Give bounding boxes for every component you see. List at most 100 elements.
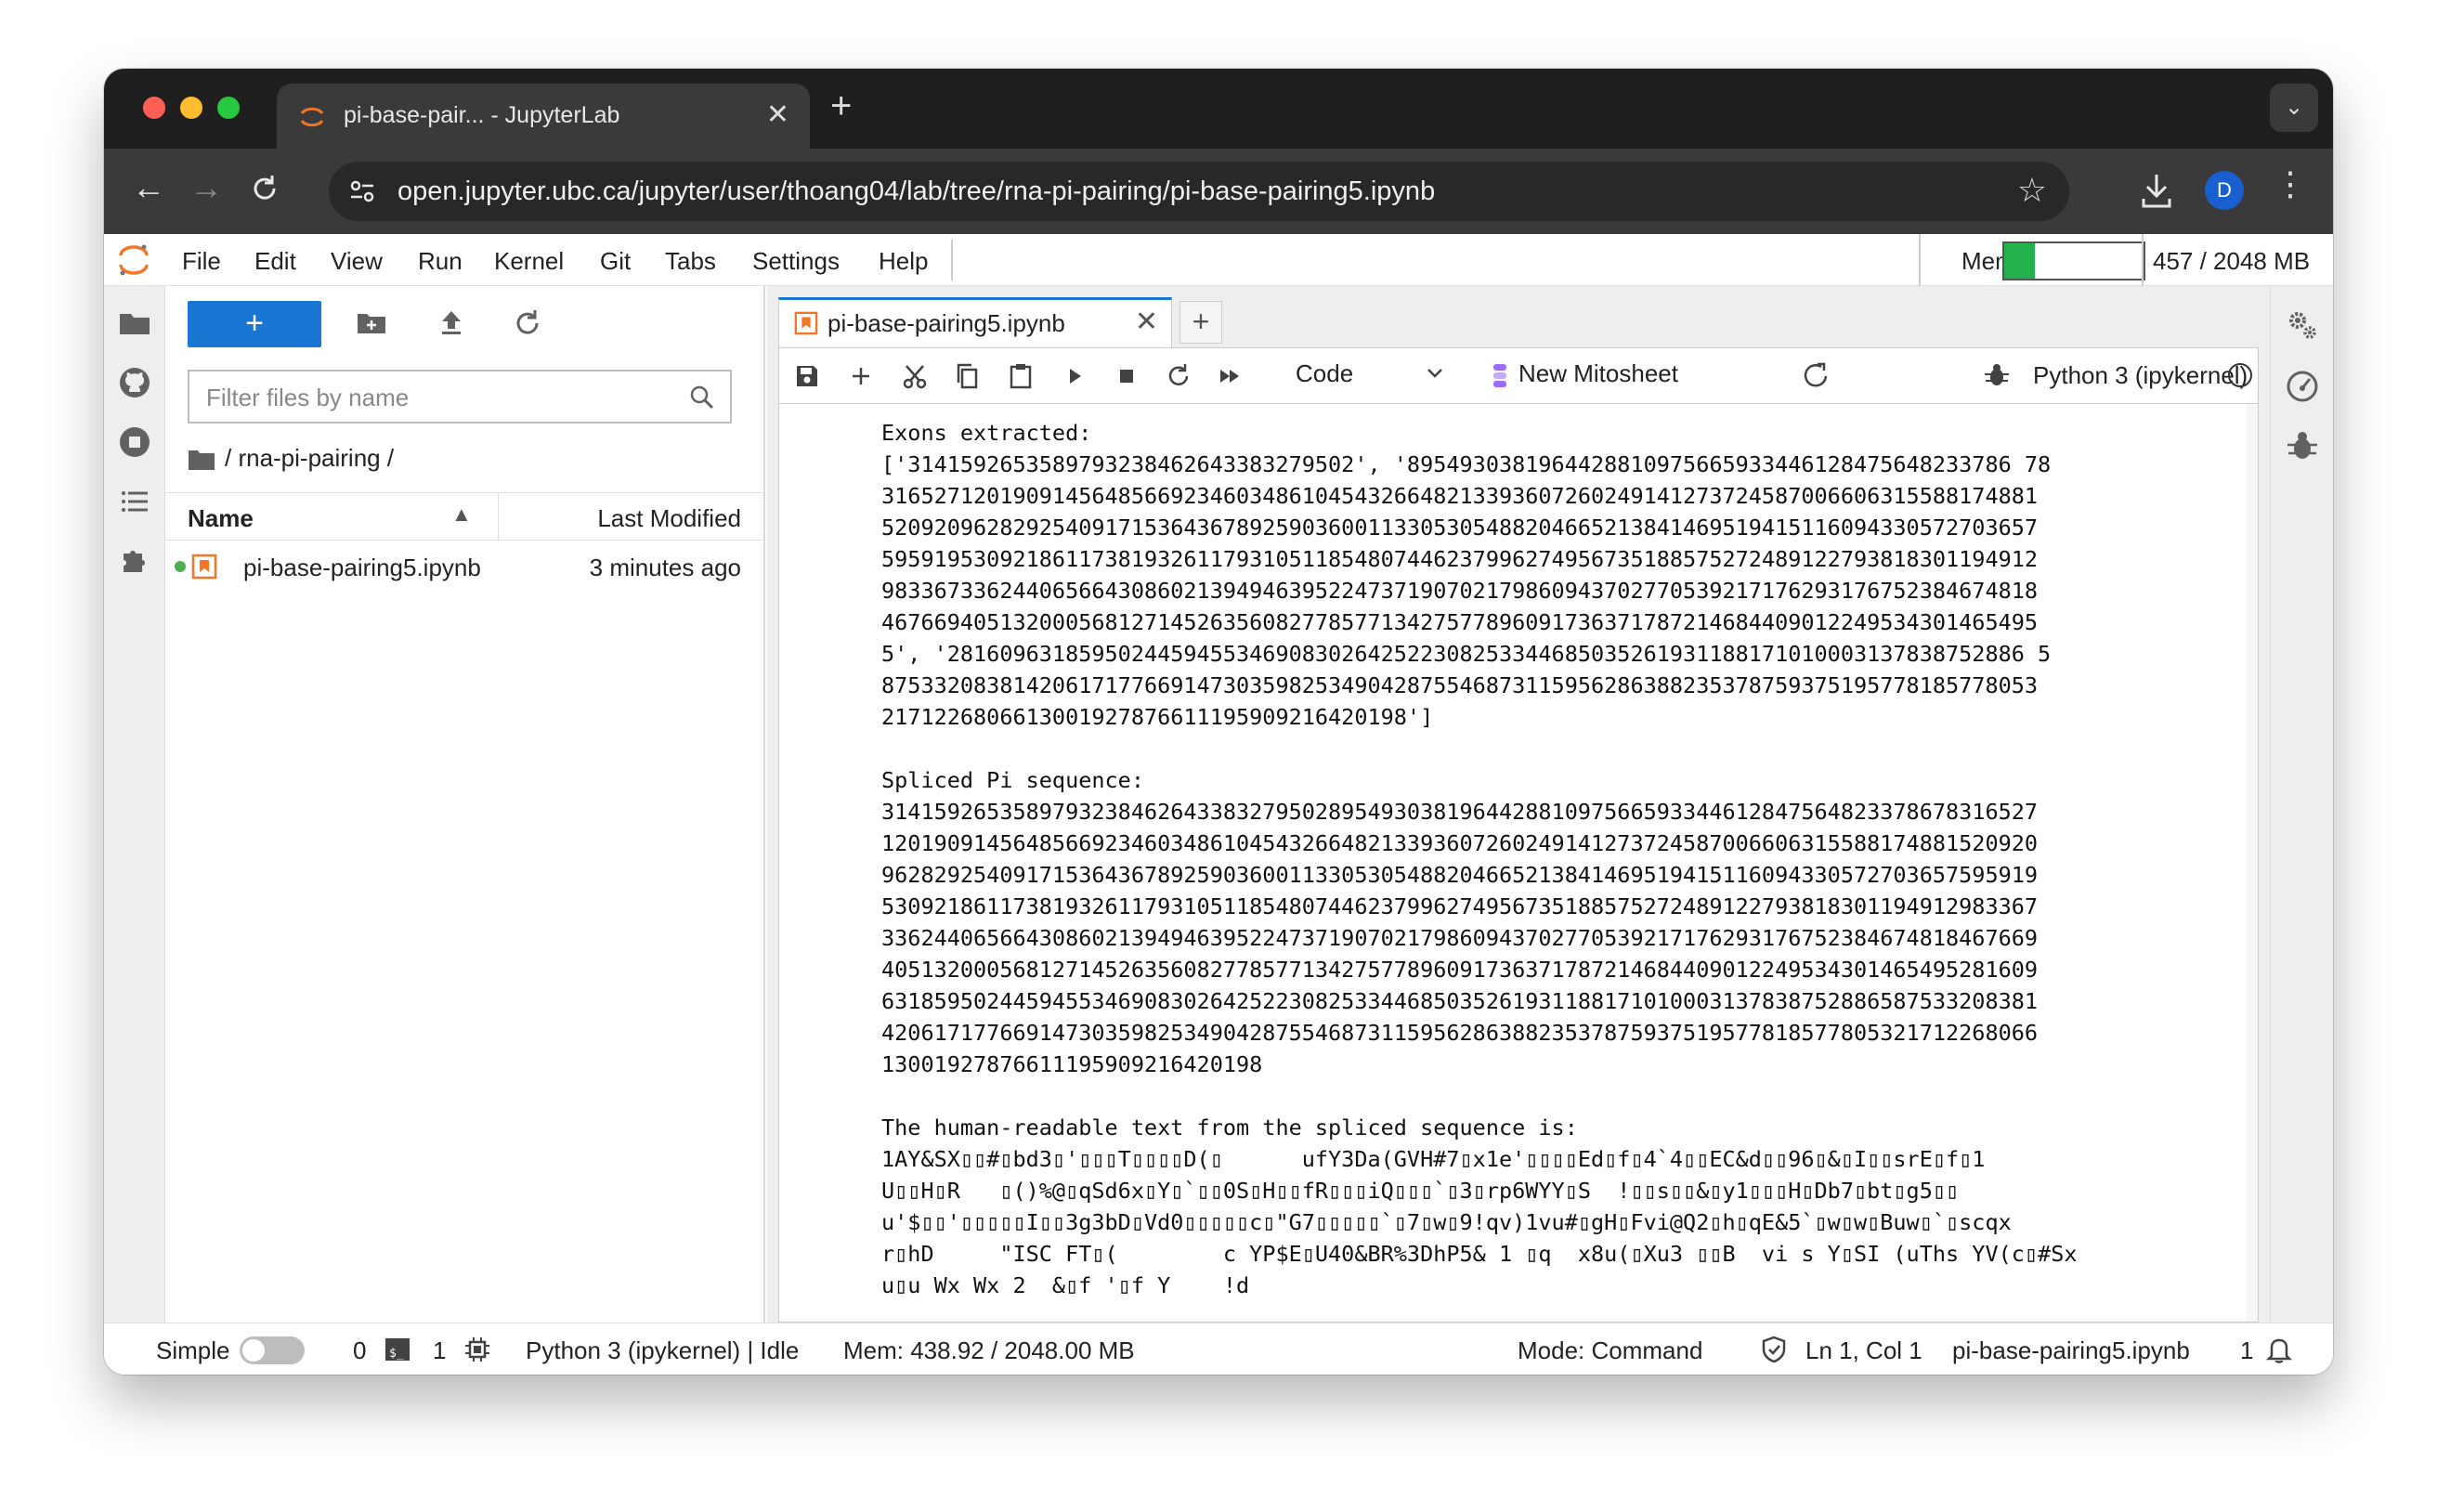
reload-icon[interactable] [249, 173, 280, 204]
filter-files-input[interactable] [206, 383, 671, 412]
output-line: 4676694051320005681271452635608277857713… [881, 609, 2039, 635]
github-icon[interactable] [116, 364, 153, 401]
table-of-contents-icon[interactable] [116, 483, 153, 520]
output-line: 4051320005681271452635608277857713427577… [881, 957, 2039, 983]
notebook-scrollbar[interactable] [2247, 404, 2258, 1322]
profile-avatar[interactable]: D [2205, 171, 2244, 210]
menu-run[interactable]: Run [418, 247, 463, 276]
file-list-item[interactable]: pi-base-pairing5.ipynb 3 minutes ago [165, 542, 763, 589]
notebook-tab-title: pi-base-pairing5.ipynb [828, 309, 1065, 337]
cell-output: Exons extracted: ['3141592653589793238462… [881, 417, 2247, 1301]
terminals-count[interactable]: 0 [353, 1336, 366, 1365]
refresh-file-list-icon[interactable] [511, 306, 544, 340]
close-tab-icon[interactable]: ✕ [766, 98, 789, 131]
maximize-window-button[interactable] [217, 97, 240, 119]
interrupt-kernel-icon[interactable] [1112, 361, 1141, 391]
notification-count: 1 [2240, 1336, 2254, 1364]
cut-icon[interactable] [900, 361, 930, 391]
close-tab-icon[interactable]: ✕ [1135, 306, 1158, 338]
mito-logo-icon [1493, 364, 1506, 388]
trusted-shield-icon[interactable] [1759, 1335, 1789, 1364]
extensions-puzzle-icon[interactable] [116, 542, 153, 580]
browser-window: pi-base-pair... - JupyterLab ✕ + ⌄ ← → o… [104, 69, 2333, 1375]
menu-help[interactable]: Help [879, 247, 928, 276]
column-modified-header[interactable]: Last Modified [597, 504, 741, 533]
notebook-content[interactable]: Exons extracted: ['3141592653589793238462… [778, 403, 2259, 1323]
menu-edit[interactable]: Edit [254, 247, 296, 276]
output-line: Exons extracted: [881, 420, 1092, 446]
bell-icon[interactable] [2264, 1335, 2294, 1364]
restart-kernel-icon[interactable] [1164, 361, 1193, 391]
notebook-tab[interactable]: pi-base-pairing5.ipynb ✕ [778, 297, 1172, 347]
mito-refresh-icon[interactable] [1799, 359, 1832, 393]
save-icon[interactable] [792, 361, 822, 391]
cell-type-select[interactable]: Code [1296, 359, 1448, 393]
address-bar[interactable]: open.jupyter.ubc.ca/jupyter/user/thoang0… [329, 162, 2069, 221]
new-mitosheet-button[interactable]: New Mitosheet [1491, 359, 1678, 388]
url-text[interactable]: open.jupyter.ubc.ca/jupyter/user/thoang0… [397, 176, 1435, 207]
sort-ascending-icon[interactable]: ▲ [451, 502, 472, 527]
file-name: pi-base-pairing5.ipynb [243, 554, 481, 581]
breadcrumb-path[interactable]: / rna-pi-pairing / [225, 444, 394, 472]
kernel-status-text[interactable]: Python 3 (ipykernel) | Idle [526, 1336, 799, 1365]
new-tab-button[interactable]: + [830, 87, 852, 124]
main-dock-area: pi-base-pairing5.ipynb ✕ + Code New Mito… [767, 286, 2270, 1323]
bookmark-star-icon[interactable]: ☆ [2017, 171, 2047, 210]
upload-icon[interactable] [435, 306, 468, 340]
menu-kernel[interactable]: Kernel [494, 247, 564, 276]
running-kernels-icon[interactable] [116, 424, 153, 461]
copy-icon[interactable] [952, 361, 982, 391]
notebook-toolbar: Code New Mitosheet Python 3 (ipykernel) [778, 347, 2259, 403]
output-line: 5209209628292540917153643678925903600113… [881, 515, 2039, 541]
minimize-window-button[interactable] [180, 97, 202, 119]
property-inspector-gears-icon[interactable] [2284, 306, 2321, 344]
new-folder-icon[interactable] [355, 306, 388, 340]
menu-settings[interactable]: Settings [752, 247, 840, 276]
simple-mode-toggle[interactable] [240, 1336, 305, 1364]
browser-tab-strip: pi-base-pair... - JupyterLab ✕ + ⌄ [104, 69, 2333, 149]
output-line: Spliced Pi sequence: [881, 767, 1144, 793]
memory-divider [1919, 234, 1921, 286]
resource-usage-gauge-icon[interactable] [2284, 368, 2321, 405]
menu-file[interactable]: File [182, 247, 221, 276]
notebook-icon [191, 554, 217, 580]
download-icon[interactable] [2136, 167, 2177, 215]
tab-list-chevron-icon[interactable]: ⌄ [2270, 84, 2318, 132]
jupyter-logo-icon [119, 244, 149, 276]
home-folder-icon[interactable] [188, 448, 215, 472]
browser-tab-jupyterlab[interactable]: pi-base-pair... - JupyterLab ✕ [277, 84, 810, 149]
output-line: 3362440656643086021394946395224737190702… [881, 925, 2039, 951]
kernel-chip-icon[interactable] [463, 1335, 492, 1364]
back-arrow-icon[interactable]: ← [132, 171, 165, 204]
close-window-button[interactable] [143, 97, 165, 119]
file-modified: 3 minutes ago [589, 554, 741, 581]
paste-icon[interactable] [1006, 361, 1036, 391]
browser-tab-title: pi-base-pair... - JupyterLab [344, 102, 620, 128]
new-launcher-tab-button[interactable]: + [1179, 301, 1222, 344]
terminal-icon[interactable]: $_ [383, 1335, 412, 1364]
right-sidebar [2270, 286, 2333, 1323]
debugger-icon[interactable] [2284, 427, 2321, 464]
menu-view[interactable]: View [331, 247, 383, 276]
menu-tabs[interactable]: Tabs [665, 247, 716, 276]
debugger-bug-icon[interactable] [1983, 361, 2011, 389]
output-line: r▯hD "ISC FT▯( c YP$E▯U40&BR%3DhP5& 1 ▯q… [881, 1241, 2078, 1267]
kebab-menu-icon[interactable]: ⋮ [2274, 167, 2307, 201]
left-activity-bar [104, 286, 165, 1323]
insert-cell-icon[interactable] [846, 361, 876, 391]
forward-arrow-icon[interactable]: → [189, 171, 223, 204]
run-cell-icon[interactable] [1060, 361, 1089, 391]
kernels-count[interactable]: 1 [433, 1336, 446, 1365]
status-bar: Simple 0 $_ 1 Python 3 (ipykernel) | Idl… [104, 1323, 2333, 1375]
folder-icon[interactable] [116, 305, 153, 342]
jupyterlab-menubar: File Edit View Run Kernel Git Tabs Setti… [104, 234, 2333, 286]
cursor-position[interactable]: Ln 1, Col 1 [1805, 1336, 1922, 1365]
restart-run-all-icon[interactable] [1216, 361, 1245, 391]
site-settings-icon[interactable] [344, 173, 381, 210]
menu-git[interactable]: Git [600, 247, 631, 276]
kernel-name-button[interactable]: Python 3 (ipykernel) [2033, 361, 2248, 390]
new-launcher-button[interactable]: + [188, 301, 321, 347]
column-name-header[interactable]: Name [188, 504, 254, 533]
new-mitosheet-label: New Mitosheet [1518, 359, 1678, 387]
